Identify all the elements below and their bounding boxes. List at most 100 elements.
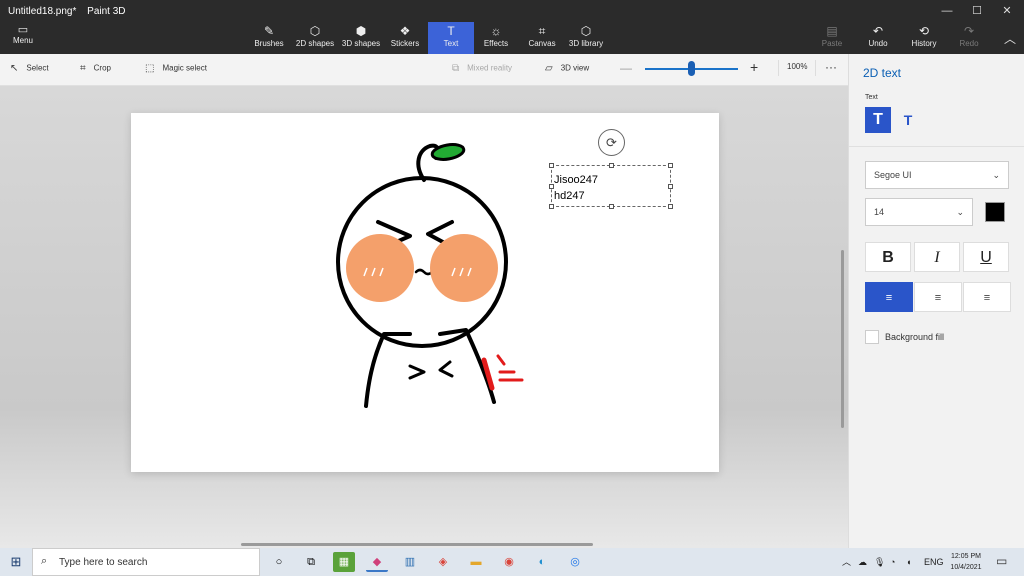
language-indicator[interactable]: ENG xyxy=(924,548,944,576)
tool-effects[interactable]: ☼ Effects xyxy=(480,22,512,54)
select-button[interactable]: ↖ Select xyxy=(10,63,49,74)
horizontal-scrollbar[interactable] xyxy=(241,543,593,546)
align-right-button[interactable]: ≡ xyxy=(963,282,1011,312)
tool-3d-library[interactable]: ⬡ 3D library xyxy=(566,22,606,54)
resize-handle[interactable] xyxy=(668,204,673,209)
title-and-toolbar: Untitled18.png* Paint 3D — ☐ ✕ ▭ Menu ✎ … xyxy=(0,0,1024,54)
undo-icon: ↶ xyxy=(872,24,884,38)
windows-logo-icon: ⊞ xyxy=(10,554,22,569)
magic-select-label: Magic select xyxy=(162,63,207,73)
paint-app-icon[interactable]: ◈ xyxy=(432,552,454,572)
maximize-button[interactable]: ☐ xyxy=(962,3,992,19)
file-name: Untitled18.png* xyxy=(8,6,77,17)
background-fill-label: Background fill xyxy=(885,332,945,342)
background-fill-checkbox[interactable] xyxy=(865,330,879,344)
font-size-select[interactable]: 14 ⌄ xyxy=(865,198,973,226)
resize-handle[interactable] xyxy=(549,163,554,168)
cortana-icon[interactable]: ○ xyxy=(268,552,290,572)
mixed-reality-button[interactable]: ⧉ Mixed reality xyxy=(452,63,512,74)
panel-subtitle: Text xyxy=(865,94,878,101)
resize-handle[interactable] xyxy=(609,204,614,209)
taskbar-clock[interactable]: 12:05 PM 10/4/2021 xyxy=(944,551,988,573)
text-color-swatch[interactable] xyxy=(985,202,1005,222)
italic-button[interactable]: I xyxy=(914,242,960,272)
crop-button[interactable]: ⌗ Crop xyxy=(80,63,111,74)
text-box[interactable]: Jisoo247 hd247 xyxy=(549,163,673,209)
rotate-handle-icon[interactable]: ⟳ xyxy=(598,129,625,156)
mixed-reality-icon: ⧉ xyxy=(452,63,460,74)
zoom-slider-thumb[interactable] xyxy=(688,61,695,76)
3d-text-button[interactable]: T xyxy=(895,107,921,133)
more-options-button[interactable]: ··· xyxy=(825,60,837,74)
paint-3d-icon[interactable]: ◆ xyxy=(366,552,388,572)
select-label: Select xyxy=(26,63,49,73)
zalo-icon[interactable]: ◎ xyxy=(564,552,586,572)
resize-handle[interactable] xyxy=(549,204,554,209)
zoom-out-button[interactable]: — xyxy=(620,61,632,75)
tool-label: 2D shapes xyxy=(295,39,335,48)
tool-brushes[interactable]: ✎ Brushes xyxy=(252,22,286,54)
plain-text-button[interactable]: T xyxy=(865,107,891,133)
search-input[interactable] xyxy=(59,553,249,571)
tool-paste[interactable]: ▤ Paste xyxy=(816,22,848,54)
font-family-select[interactable]: Segoe UI ⌄ xyxy=(865,161,1009,189)
app-name: Paint 3D xyxy=(87,6,126,17)
vertical-scrollbar[interactable] xyxy=(841,250,844,428)
tool-redo[interactable]: ↷ Redo xyxy=(954,22,984,54)
file-explorer-icon[interactable]: ▬ xyxy=(465,552,487,572)
tool-stickers[interactable]: ❖ Stickers xyxy=(388,22,422,54)
volume-icon[interactable]: ◖ xyxy=(906,548,911,576)
network-icon[interactable]: ◔ xyxy=(890,548,895,576)
start-button[interactable]: ⊞ xyxy=(0,548,32,576)
text-box-content[interactable]: Jisoo247 hd247 xyxy=(554,172,598,204)
edge-icon[interactable]: ◐ xyxy=(531,552,553,572)
3d-view-button[interactable]: ▱ 3D view xyxy=(545,63,589,74)
underline-button[interactable]: U xyxy=(963,242,1009,272)
taskbar-search[interactable]: ⌕ xyxy=(32,548,260,576)
command-bar: ↖ Select ⌗ Crop ⬚ Magic select ⧉ Mixed reali… xyxy=(0,54,848,86)
tool-3d-shapes[interactable]: ⬢ 3D shapes xyxy=(340,22,382,54)
zoom-in-button[interactable]: + xyxy=(750,59,758,75)
tool-label: History xyxy=(911,39,937,48)
canvas-icon: ⌗ xyxy=(538,24,546,38)
paste-icon: ▤ xyxy=(826,24,838,38)
align-left-button[interactable]: ≡ xyxy=(865,282,913,312)
minimize-button[interactable]: — xyxy=(932,3,962,19)
tool-2d-shapes[interactable]: ⬡ 2D shapes xyxy=(294,22,336,54)
chrome-icon[interactable]: ◉ xyxy=(498,552,520,572)
stickers-icon: ❖ xyxy=(399,24,411,38)
menu-button[interactable]: ▭ Menu xyxy=(4,24,42,50)
tool-label: 3D shapes xyxy=(341,39,381,48)
menu-label: Menu xyxy=(12,36,33,45)
resize-handle[interactable] xyxy=(609,163,614,168)
resize-handle[interactable] xyxy=(668,184,673,189)
3d-view-icon: ▱ xyxy=(545,63,553,74)
tool-label: Text xyxy=(443,39,459,48)
task-view-icon[interactable]: ⧉ xyxy=(300,552,322,572)
tool-text[interactable]: T Text xyxy=(428,22,474,54)
tool-canvas[interactable]: ⌗ Canvas xyxy=(526,22,558,54)
bold-button[interactable]: B xyxy=(865,242,911,272)
tool-label: Redo xyxy=(959,39,979,48)
magic-select-button[interactable]: ⬚ Magic select xyxy=(145,63,207,74)
collapse-toolbar-icon[interactable]: ︿ xyxy=(1004,30,1016,47)
font-size-value: 14 xyxy=(874,207,885,217)
crop-label: Crop xyxy=(93,63,111,73)
notifications-icon[interactable]: ▭ xyxy=(996,554,1007,568)
folder-icon: ▭ xyxy=(17,24,29,36)
zoom-level[interactable]: 100% xyxy=(778,60,816,76)
tool-label: Effects xyxy=(483,39,509,48)
show-hidden-icons[interactable]: ︿ xyxy=(842,548,851,576)
tool-history[interactable]: ⟲ History xyxy=(906,22,942,54)
align-center-button[interactable]: ≡ xyxy=(914,282,962,312)
minecraft-icon[interactable]: ▦ xyxy=(333,552,355,572)
onedrive-icon[interactable]: ☁ xyxy=(858,548,867,576)
calculator-icon[interactable]: ▥ xyxy=(399,552,421,572)
resize-handle[interactable] xyxy=(668,163,673,168)
resize-handle[interactable] xyxy=(549,184,554,189)
text-type-icon: T xyxy=(873,111,883,128)
close-button[interactable]: ✕ xyxy=(992,3,1022,19)
microphone-icon[interactable]: 🎙 xyxy=(874,548,885,576)
tool-undo[interactable]: ↶ Undo xyxy=(862,22,894,54)
text-properties-panel: 2D text Text T T Segoe UI ⌄ 14 ⌄ B I U ≡… xyxy=(848,54,1024,548)
